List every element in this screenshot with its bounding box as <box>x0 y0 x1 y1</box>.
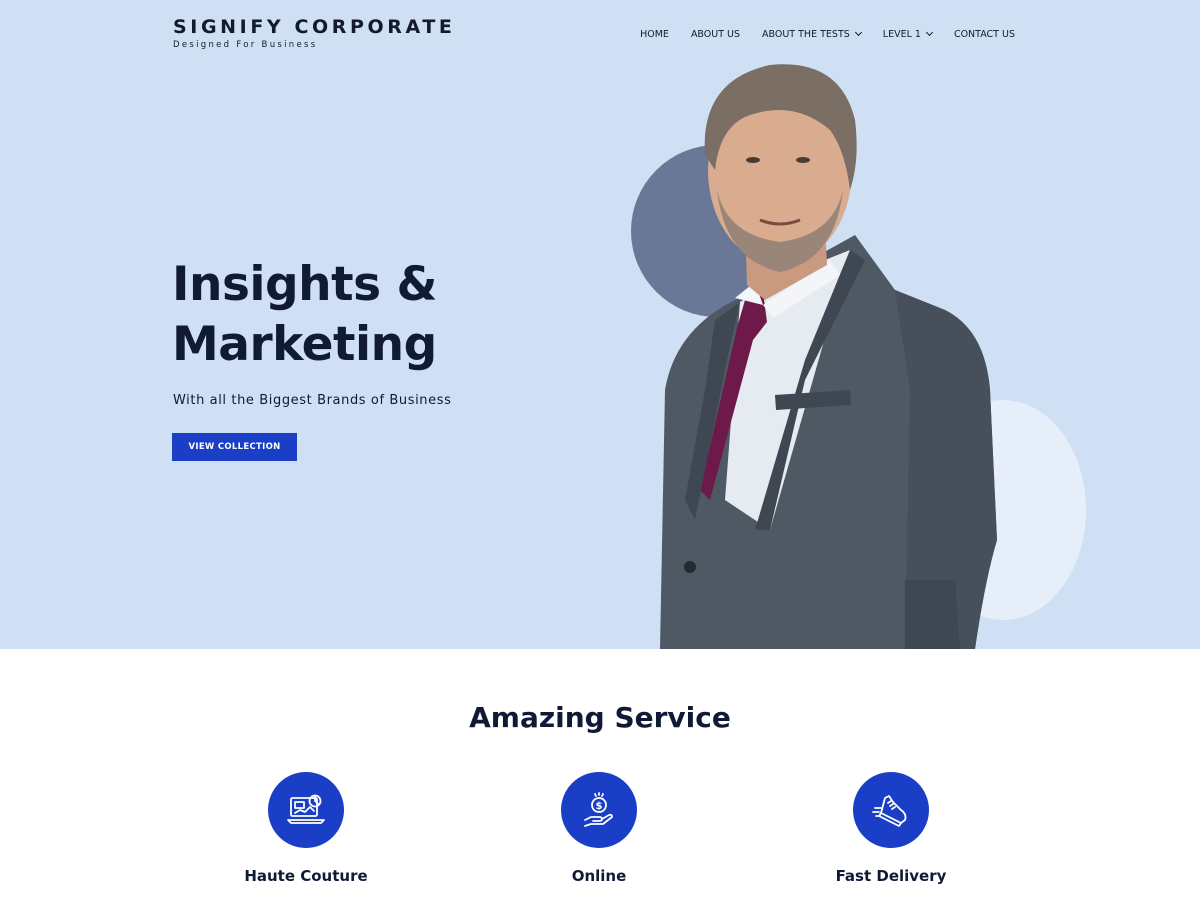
service-card-haute-couture[interactable]: Haute Couture <box>206 772 406 885</box>
nav-item-contact-us[interactable]: CONTACT US <box>954 27 1015 41</box>
money-hand-icon: $ <box>561 772 637 848</box>
nav-item-label: ABOUT US <box>690 28 741 40</box>
main-nav: HOME ABOUT US ABOUT THE TESTS LEVEL 1 CO… <box>640 27 1015 41</box>
hero-subheadline: With all the Biggest Brands of Business <box>173 393 452 408</box>
services-section: Amazing Service Haute Couture $ Online F… <box>0 649 1200 900</box>
service-label: Online <box>571 867 627 885</box>
services-title: Amazing Service <box>469 701 731 734</box>
nav-item-label: LEVEL 1 <box>882 28 921 40</box>
brand-title[interactable]: SIGNIFY CORPORATE <box>173 16 455 38</box>
analytics-laptop-icon <box>268 772 344 848</box>
service-label: Fast Delivery <box>835 867 947 885</box>
service-card-fast-delivery[interactable]: Fast Delivery <box>791 772 991 885</box>
headline-line-1: Insights & <box>172 257 437 312</box>
nav-item-label: CONTACT US <box>953 28 1015 40</box>
service-card-online[interactable]: $ Online <box>499 772 699 885</box>
chevron-down-icon <box>854 28 862 37</box>
running-shoe-icon <box>853 772 929 848</box>
hero-headline: Insights & Marketing <box>172 255 552 375</box>
site-logo[interactable]: SIGNIFY CORPORATE Designed For Business <box>173 16 455 50</box>
nav-item-about-us[interactable]: ABOUT US <box>691 27 740 41</box>
service-label: Haute Couture <box>244 867 368 885</box>
hero-section: SIGNIFY CORPORATE Designed For Business … <box>0 0 1200 649</box>
nav-item-label: ABOUT THE TESTS <box>762 28 850 40</box>
nav-item-level-1[interactable]: LEVEL 1 <box>882 27 933 41</box>
headline-line-2: Marketing <box>172 317 437 372</box>
nav-item-about-the-tests[interactable]: ABOUT THE TESTS <box>762 27 862 41</box>
brand-tagline: Designed For Business <box>173 40 318 50</box>
view-collection-button[interactable]: VIEW COLLECTION <box>172 433 297 461</box>
businessman-photo <box>660 64 997 649</box>
svg-text:$: $ <box>596 801 603 812</box>
nav-item-label: HOME <box>640 28 669 40</box>
nav-item-home[interactable]: HOME <box>640 27 669 41</box>
chevron-down-icon <box>925 28 933 37</box>
